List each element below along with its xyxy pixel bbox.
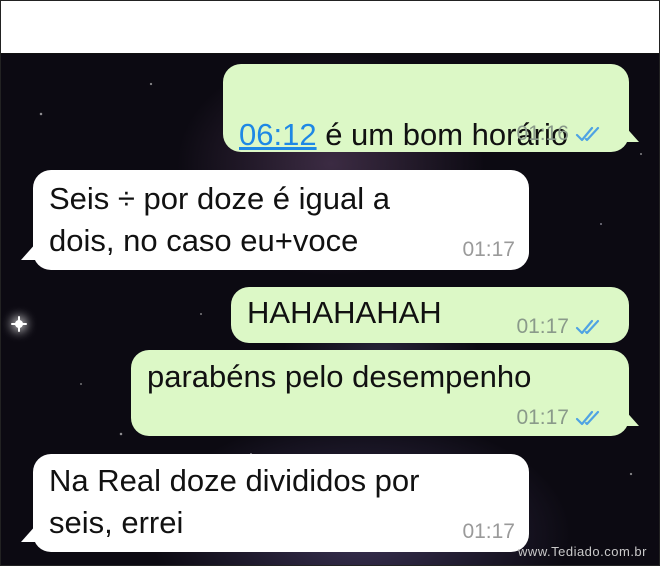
message-meta: 01:17 [516, 315, 603, 339]
message-bubble-outgoing[interactable]: parabéns pelo desempenho 01:17 [131, 350, 639, 436]
message-bubble-outgoing[interactable]: 06:12 é um bom horário 01:16 [223, 64, 639, 152]
read-double-check-icon [575, 410, 600, 426]
chat-area[interactable]: 06:12 é um bom horário 01:16 Seis ÷ por … [1, 54, 659, 565]
top-bar [1, 1, 659, 54]
bubble-tail [623, 408, 639, 426]
message-time: 01:17 [462, 520, 515, 543]
bubble-tail [623, 124, 639, 142]
message-meta: 01:17 [462, 238, 515, 262]
message-time: 01:17 [516, 315, 569, 338]
message-bubble-outgoing[interactable]: HAHAHAHAH 01:17 [231, 287, 629, 343]
message-time: 01:17 [462, 238, 515, 261]
bubble-tail [21, 524, 37, 542]
time-link[interactable]: 06:12 [239, 117, 317, 152]
message-text: Seis ÷ por doze é igual a dois, no caso … [49, 181, 390, 258]
message-meta: 01:17 [462, 520, 515, 544]
message-meta: 01:16 [516, 122, 603, 146]
screenshot-frame: 06:12 é um bom horário 01:16 Seis ÷ por … [0, 0, 660, 566]
message-bubble-incoming[interactable]: Seis ÷ por doze é igual a dois, no caso … [21, 170, 529, 270]
read-double-check-icon [575, 126, 600, 142]
message-text: Na Real doze divididos por seis, errei [49, 463, 420, 540]
message-time: 01:16 [516, 122, 569, 145]
star-flare-decoration [11, 316, 27, 332]
watermark: www.Tediado.com.br [518, 544, 647, 559]
read-double-check-icon [575, 319, 600, 335]
message-time: 01:17 [516, 406, 569, 429]
message-text: parabéns pelo desempenho [147, 359, 532, 394]
message-bubble-incoming[interactable]: Na Real doze divididos por seis, errei 0… [21, 454, 529, 552]
bubble-tail [21, 242, 37, 260]
message-text: HAHAHAHAH [247, 295, 442, 330]
message-meta: 01:17 [516, 406, 603, 430]
